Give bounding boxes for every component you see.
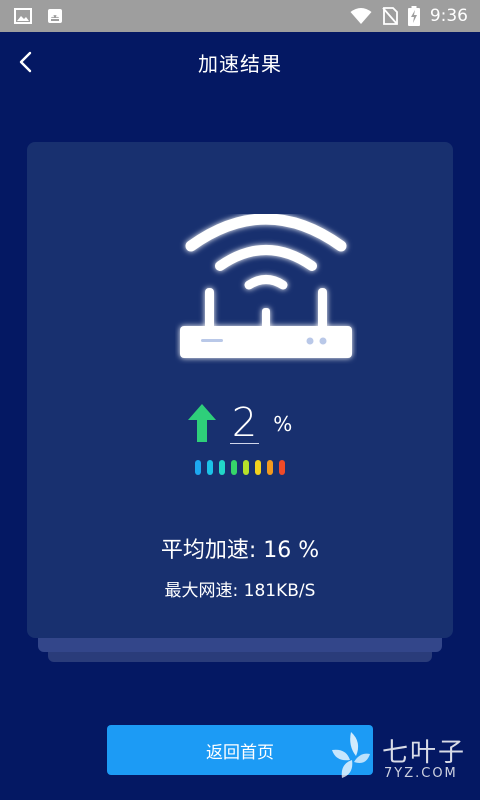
watermark-text: 七叶子: [382, 738, 467, 768]
speed-increase-value: 2: [229, 400, 260, 446]
speed-result: 2 %: [27, 394, 453, 444]
signal-strength-indicator: [27, 460, 453, 475]
leaf-logo-icon: [332, 732, 370, 778]
signal-bar: [207, 460, 213, 475]
watermark: 七叶子 7YZ.COM: [322, 726, 472, 788]
status-bar: 9:36: [0, 0, 480, 32]
watermark-url: 7YZ.COM: [384, 766, 458, 781]
page-title: 加速结果: [198, 52, 282, 76]
max-speed: 最大网速: 181KB/S: [164, 581, 316, 601]
router-icon: [180, 214, 352, 358]
signal-bar: [195, 460, 201, 475]
signal-bar: [243, 460, 249, 475]
wifi-icon: [350, 8, 372, 24]
battery-charging-icon: [407, 6, 420, 26]
speed-unit: %: [273, 412, 293, 436]
result-card: 2 % 平均加速: 16 % 最大网速: 181KB/S: [27, 142, 453, 638]
image-icon: [14, 8, 32, 24]
android-icon: [48, 9, 62, 23]
signal-bar: [267, 460, 273, 475]
signal-bar: [219, 460, 225, 475]
no-sim-icon: [382, 7, 398, 25]
arrow-up-icon: [187, 404, 216, 442]
signal-bar: [255, 460, 261, 475]
signal-bar: [279, 460, 285, 475]
app-bar: 加速结果: [0, 32, 480, 92]
signal-bar: [231, 460, 237, 475]
average-speedup: 平均加速: 16 %: [160, 538, 320, 563]
status-time: 9:36: [429, 6, 468, 26]
